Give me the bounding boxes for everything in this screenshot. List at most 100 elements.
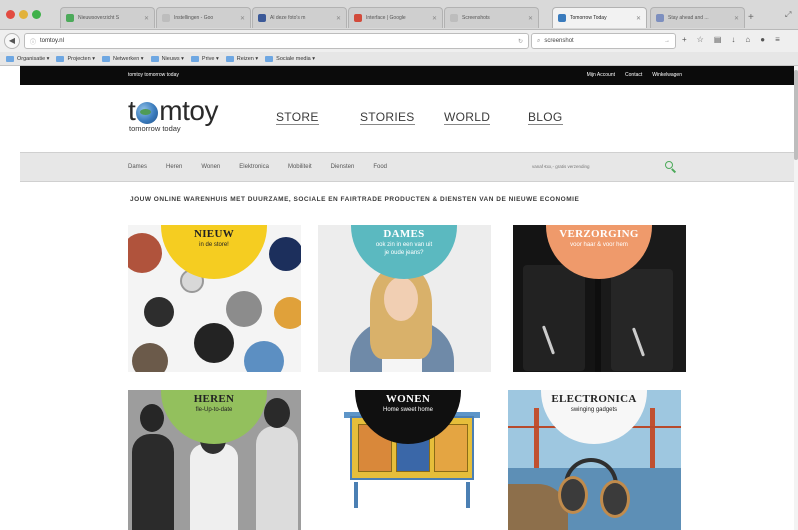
search-icon: ⌕ — [537, 37, 541, 44]
folder-icon — [225, 55, 234, 62]
reload-icon[interactable]: ↻ — [518, 38, 523, 45]
product-image — [132, 343, 168, 372]
site-logo[interactable]: t mtoy tomorrow today — [128, 97, 218, 134]
search-go-icon[interactable]: → — [664, 38, 670, 44]
tile-heren[interactable]: HEREN fle-Up-to-date — [128, 390, 301, 530]
scrollbar-thumb[interactable] — [794, 70, 798, 160]
new-tab-icon[interactable]: + — [748, 12, 754, 23]
bookmark-folder[interactable]: Projecten ▾ — [56, 55, 95, 62]
tile-verzorging[interactable]: VERZORGING voor haar & voor hem — [513, 225, 686, 372]
tile-nieuw[interactable]: NIEUW in de store! — [128, 225, 301, 372]
folder-icon — [6, 55, 14, 62]
tab-favicon-icon — [258, 14, 266, 22]
category-heren[interactable]: Heren — [166, 164, 182, 170]
nav-store[interactable]: STORE — [276, 110, 360, 125]
site-topbar: tomtoy tomorrow today Mijn Account Conta… — [20, 66, 794, 85]
category-wonen[interactable]: Wonen — [201, 164, 220, 170]
nav-world[interactable]: WORLD — [444, 110, 528, 125]
home-icon[interactable]: ⌂ — [745, 35, 750, 44]
bookmark-folder[interactable]: Reizen ▾ — [225, 55, 258, 62]
extension-icon[interactable]: ● — [760, 35, 765, 44]
download-icon[interactable]: ↓ — [731, 35, 735, 44]
tile-dames[interactable]: DAMES ook zin in een van uit je oude jea… — [318, 225, 491, 372]
nav-stories[interactable]: STORIES — [360, 110, 444, 125]
product-image — [534, 408, 539, 468]
url-bar[interactable]: ⓘ tomtoy.nl ↻ — [24, 33, 529, 49]
bookmark-folder[interactable]: Nieuws ▾ — [150, 55, 184, 62]
category-list: Dames Heren Wonen Elektronica Mobiliteit… — [128, 164, 406, 170]
folder-icon — [101, 55, 110, 62]
tile-label-circle: HEREN fle-Up-to-date — [161, 390, 267, 444]
bookmark-star-icon[interactable]: ☆ — [697, 35, 704, 44]
tab-favicon-icon — [354, 14, 362, 22]
contact-link[interactable]: Contact — [625, 72, 642, 78]
browser-tab-bar: Nieuwsoverzicht S ✕ Instellingen - Goo ✕… — [0, 0, 798, 30]
product-image — [264, 398, 290, 428]
browser-tab[interactable]: Screenshots ✕ — [444, 7, 539, 28]
site-search-icon[interactable] — [665, 161, 677, 173]
browser-tab-active[interactable]: Tomorrow Today ✕ — [552, 7, 647, 28]
browser-tab[interactable]: Interface | Google ✕ — [348, 7, 443, 28]
tile-wonen[interactable]: WONEN Home sweet home — [322, 390, 495, 530]
browser-tab[interactable]: Instellingen - Goo ✕ — [156, 7, 251, 28]
tab-close-icon[interactable]: ✕ — [240, 15, 245, 22]
tile-label-circle: DAMES ook zin in een van uit je oude jea… — [351, 225, 457, 279]
tab-close-icon[interactable]: ✕ — [734, 15, 739, 22]
tab-close-icon[interactable]: ✕ — [336, 15, 341, 22]
bookmark-folder[interactable]: Netwerken ▾ — [101, 55, 144, 62]
site-claim: tomtoy tomorrow today — [128, 72, 179, 78]
bookmark-folder[interactable]: Prive ▾ — [190, 55, 219, 62]
site-tagline: JOUW ONLINE WARENHUIS MET DUURZAME, SOCI… — [130, 196, 580, 203]
window-close-button[interactable] — [6, 10, 15, 19]
category-food[interactable]: Food — [373, 164, 387, 170]
add-icon[interactable]: + — [682, 35, 687, 44]
product-image — [144, 297, 174, 327]
bookmark-folder[interactable]: Sociale media ▾ — [265, 55, 315, 62]
main-navigation: STORE STORIES WORLD BLOG — [276, 110, 612, 125]
my-account-link[interactable]: Mijn Account — [587, 72, 615, 78]
tab-close-icon[interactable]: ✕ — [144, 15, 149, 22]
window-maximize-button[interactable] — [32, 10, 41, 19]
tab-favicon-icon — [450, 14, 458, 22]
tab-close-icon[interactable]: ✕ — [528, 15, 533, 22]
folder-icon — [150, 55, 159, 62]
product-image — [226, 291, 262, 327]
tab-favicon-icon — [162, 14, 170, 22]
browser-search-box[interactable]: ⌕ screenshot → — [531, 33, 676, 49]
product-image — [650, 408, 655, 468]
shipping-promo: vanaf €xx,- gratis verzending — [532, 164, 590, 169]
category-diensten[interactable]: Diensten — [331, 164, 355, 170]
bookmarks-list-icon[interactable]: ▤ — [714, 35, 722, 44]
category-mobiliteit[interactable]: Mobiliteit — [288, 164, 312, 170]
window-minimize-button[interactable] — [19, 10, 28, 19]
menu-icon[interactable]: ≡ — [775, 35, 780, 44]
tile-label-circle: NIEUW in de store! — [161, 225, 267, 279]
nav-blog[interactable]: BLOG — [528, 110, 612, 125]
browser-tab[interactable]: Al deze foto's m ✕ — [252, 7, 347, 28]
category-bar: Dames Heren Wonen Elektronica Mobiliteit… — [20, 152, 794, 182]
browser-navigation-bar: ◀ ⓘ tomtoy.nl ↻ ⌕ screenshot → + ☆ ▤ ↓ ⌂… — [0, 30, 798, 52]
product-image — [466, 482, 470, 508]
product-image — [132, 434, 174, 530]
browser-tab[interactable]: Stay ahead and ... ✕ — [650, 7, 745, 28]
tile-electronica[interactable]: ELECTRONICA swinging gadgets — [508, 390, 681, 530]
bookmark-folder[interactable]: Organisatie ▾ — [6, 55, 49, 62]
category-elektronica[interactable]: Elektronica — [239, 164, 269, 170]
category-dames[interactable]: Dames — [128, 164, 147, 170]
product-image — [354, 482, 358, 508]
product-image — [128, 233, 162, 273]
folder-icon — [265, 55, 274, 62]
tab-close-icon[interactable]: ✕ — [636, 15, 641, 22]
back-button[interactable]: ◀ — [4, 33, 20, 49]
folder-icon — [56, 55, 65, 62]
folder-icon — [190, 55, 199, 62]
tab-close-icon[interactable]: ✕ — [432, 15, 437, 22]
browser-tab[interactable]: Nieuwsoverzicht S ✕ — [60, 7, 155, 28]
product-image — [384, 277, 418, 321]
tab-favicon-icon — [656, 14, 664, 22]
product-image — [190, 444, 238, 530]
fullscreen-icon[interactable]: ⤢ — [785, 10, 791, 20]
cart-link[interactable]: Winkelwagen — [652, 72, 682, 78]
site-info-icon[interactable]: ⓘ — [30, 37, 36, 46]
product-image — [558, 476, 588, 514]
